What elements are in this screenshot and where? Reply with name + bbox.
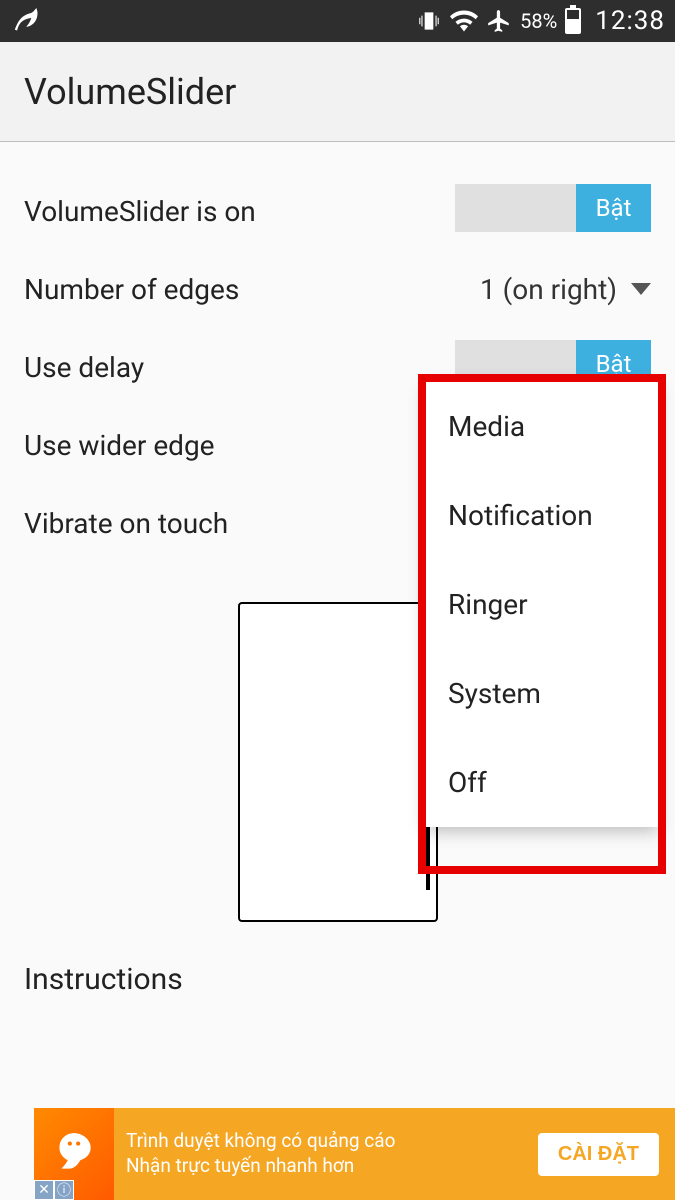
setting-label: Use delay xyxy=(24,351,455,384)
preview-phone xyxy=(238,602,438,922)
ad-controls: ✕ ⓘ xyxy=(34,1180,74,1200)
toggle-volumeslider-on[interactable]: Bật xyxy=(455,184,651,232)
battery-percentage: 58% xyxy=(520,9,557,33)
ad-close-icon[interactable]: ✕ xyxy=(34,1180,54,1200)
edges-dropdown[interactable]: 1 (on right) xyxy=(480,273,651,306)
ad-line1: Trình duyệt không có quảng cáo xyxy=(126,1129,536,1154)
status-bar: 58% 12:38 xyxy=(0,0,675,42)
ad-info-icon[interactable]: ⓘ xyxy=(54,1180,74,1200)
ad-line2: Nhận trực tuyến nhanh hơn xyxy=(126,1154,536,1179)
ad-banner[interactable]: Trình duyệt không có quảng cáo Nhận trực… xyxy=(34,1108,675,1200)
edges-value: 1 (on right) xyxy=(480,273,617,306)
vibrate-icon xyxy=(416,8,442,34)
toggle-on-label: Bật xyxy=(576,184,651,232)
dropdown-item-system[interactable]: System xyxy=(426,649,658,738)
airplane-icon xyxy=(486,8,512,34)
ad-install-button[interactable]: CÀI ĐẶT xyxy=(536,1131,661,1178)
ad-text: Trình duyệt không có quảng cáo Nhận trực… xyxy=(114,1129,536,1178)
app-title: VolumeSlider xyxy=(24,71,236,113)
dropdown-item-media[interactable]: Media xyxy=(426,382,658,471)
setting-label: VolumeSlider is on xyxy=(24,195,455,228)
chevron-down-icon xyxy=(631,283,651,295)
toggle-on-label: Bật xyxy=(576,340,651,388)
status-time: 12:38 xyxy=(595,6,665,36)
leaf-icon xyxy=(10,3,40,39)
battery-icon xyxy=(565,8,581,34)
setting-number-of-edges[interactable]: Number of edges 1 (on right) xyxy=(24,250,651,328)
setting-label: Number of edges xyxy=(24,273,480,306)
toggle-use-delay[interactable]: Bật xyxy=(455,340,651,388)
setting-volumeslider-on: VolumeSlider is on Bật xyxy=(24,172,651,250)
wifi-icon xyxy=(450,7,478,35)
dropdown-item-ringer[interactable]: Ringer xyxy=(426,560,658,649)
instructions-heading: Instructions xyxy=(0,922,675,997)
dropdown-item-off[interactable]: Off xyxy=(426,738,658,827)
app-bar: VolumeSlider xyxy=(0,42,675,142)
dropdown-item-notification[interactable]: Notification xyxy=(426,471,658,560)
stream-type-dropdown: Media Notification Ringer System Off xyxy=(426,382,658,827)
